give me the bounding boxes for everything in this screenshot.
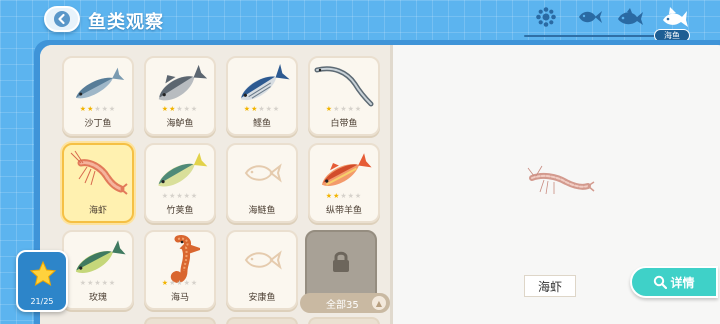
star-rating: ★★★★★ (325, 105, 363, 113)
tab-sea-fish-filter[interactable] (658, 4, 690, 30)
fish-name: 鲣鱼 (252, 119, 271, 129)
progress-count: 21/25 (30, 297, 54, 306)
horse-mackerel-icon (158, 152, 208, 187)
tab-flower-filter[interactable] (530, 4, 562, 30)
fish-name: 白带鱼 (330, 119, 358, 129)
sea-fish-filter-icon (663, 7, 688, 27)
star-icon (29, 260, 57, 287)
fish-name: 沙丁鱼 (84, 119, 112, 129)
details-button[interactable]: 详情 (630, 266, 718, 298)
fish-card-anglerfish[interactable]: 安康鱼 (226, 230, 298, 310)
flower-filter-icon (536, 7, 556, 27)
fish-silhouette-icon (244, 250, 282, 270)
star-rating: ★★★★★ (79, 105, 117, 113)
lock-icon (333, 251, 349, 272)
show-all-button[interactable]: 全部35 ▲ (300, 293, 390, 313)
fish-name: 海马 (170, 293, 189, 303)
search-icon (654, 275, 668, 289)
fish-card-rose[interactable]: ★★★★★ 玫瑰 (62, 230, 134, 310)
star-rating: ★★★★★ (161, 192, 199, 200)
fish-card-sardine[interactable]: ★★★★★ 沙丁鱼 (62, 56, 134, 136)
fish-name: 安康鱼 (248, 293, 276, 303)
header: 鱼类观察 海鱼 (0, 0, 720, 44)
shrimp-icon (70, 150, 128, 195)
skipjack-tuna-icon (240, 64, 290, 101)
cutlassfish-icon (314, 66, 374, 107)
collapse-up-icon: ▲ (372, 296, 386, 310)
seahorse-icon (170, 235, 200, 283)
green-fish-icon (75, 240, 126, 273)
fish-name: 竹荚鱼 (166, 206, 194, 216)
fish-filter-icon (579, 11, 602, 23)
fish-card-horse-mackerel[interactable]: ★★★★★ 竹荚鱼 (144, 143, 216, 223)
fish-card-cutlassfish[interactable]: ★★★★★ 白带鱼 (308, 56, 380, 136)
tab-underline (524, 35, 670, 37)
star-rating: ★★★★★ (79, 279, 117, 287)
star-rating: ★★★★★ (161, 105, 199, 113)
big-fish-filter-icon (618, 8, 643, 25)
goatfish-icon (321, 153, 372, 186)
selected-fish-name: 海虾 (524, 275, 576, 297)
sea-bass-icon (158, 64, 208, 101)
details-label: 详情 (670, 275, 695, 290)
fish-card-partial[interactable] (226, 317, 298, 324)
shrimp-preview-image (527, 165, 595, 195)
fish-name: 纵带羊鱼 (325, 206, 362, 216)
fish-card-partial[interactable] (144, 317, 216, 324)
back-arrow-icon (54, 11, 70, 27)
fish-card-seahorse[interactable]: ★★★★★ 海马 (144, 230, 216, 310)
fish-silhouette-icon (244, 163, 282, 183)
page-title: 鱼类观察 (88, 12, 164, 33)
sardine-icon (75, 67, 125, 99)
fish-name: 玫瑰 (88, 293, 107, 303)
tab-fish-filter[interactable] (574, 4, 606, 30)
fish-card-sea-bass[interactable]: ★★★★★ 海鲈鱼 (144, 56, 216, 136)
panel-divider (390, 45, 393, 324)
tab-big-fish-filter[interactable] (614, 4, 646, 30)
fish-card-tarpon[interactable]: 海鲢鱼 (226, 143, 298, 223)
collection-progress-badge[interactable]: 21/25 (16, 250, 68, 312)
star-rating: ★★★★★ (243, 105, 281, 113)
fish-card-partial[interactable] (308, 317, 380, 324)
fish-name: 海鲢鱼 (248, 206, 276, 216)
star-rating: ★★★★★ (161, 279, 199, 287)
fish-name: 海鲈鱼 (166, 119, 194, 129)
fish-card-skipjack-tuna[interactable]: ★★★★★ 鲣鱼 (226, 56, 298, 136)
back-button[interactable] (44, 6, 80, 32)
all-count-label: 全部35 (326, 299, 359, 311)
fish-card-goatfish[interactable]: ★★★★★ 纵带羊鱼 (308, 143, 380, 223)
fish-name: 海虾 (88, 206, 107, 216)
fish-card-shrimp[interactable]: 海虾 (62, 143, 134, 223)
star-rating: ★★★★★ (325, 192, 363, 200)
